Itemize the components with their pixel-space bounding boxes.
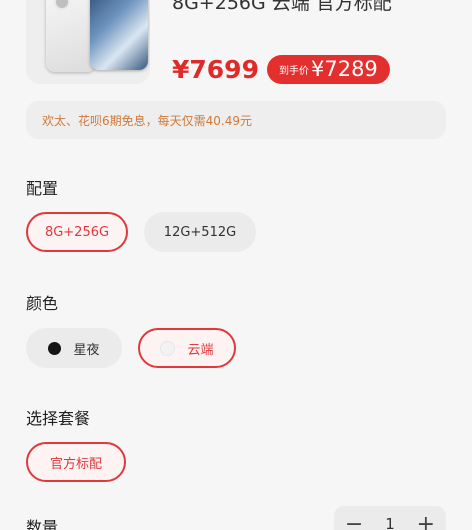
white-swatch-icon bbox=[160, 340, 176, 356]
config-label: 配置 bbox=[26, 179, 59, 198]
minus-icon[interactable]: − bbox=[345, 512, 363, 530]
package-label: 选择套餐 bbox=[26, 409, 91, 428]
plus-icon[interactable]: + bbox=[417, 512, 435, 530]
deal-price-label: 到手价 bbox=[278, 65, 309, 77]
product-price: ¥7699 bbox=[172, 54, 259, 84]
black-swatch-icon bbox=[48, 341, 62, 355]
installment-banner: 欢太、花呗6期免息，每天仅需40.49元 bbox=[26, 101, 446, 139]
phone-back-image bbox=[46, 0, 96, 72]
price-row: ¥7699 到手价 ¥7289 bbox=[172, 52, 390, 86]
quantity-label: 数量 bbox=[26, 518, 59, 530]
color-option-label: 云端 bbox=[187, 342, 214, 358]
product-title: 8G+256G 云端 官方标配 bbox=[172, 0, 392, 14]
package-option-official[interactable]: 官方标配 bbox=[26, 442, 126, 482]
deal-price-value: ¥7289 bbox=[310, 57, 378, 81]
config-option-12g-512g[interactable]: 12G+512G bbox=[144, 212, 256, 252]
deal-price-badge: 到手价 ¥7289 bbox=[266, 54, 390, 84]
config-option-label: 12G+512G bbox=[163, 224, 237, 240]
camera-icon bbox=[54, 0, 70, 10]
package-option-label: 官方标配 bbox=[49, 456, 102, 472]
phone-front-image bbox=[90, 0, 148, 70]
color-option-label: 星夜 bbox=[73, 342, 100, 358]
color-option-xingye[interactable]: 星夜 bbox=[26, 328, 122, 368]
config-option-8g-256g[interactable]: 8G+256G bbox=[26, 212, 128, 252]
quantity-value[interactable]: 1 bbox=[385, 515, 395, 530]
product-thumbnail bbox=[26, 0, 150, 84]
quantity-stepper: − 1 + bbox=[334, 506, 446, 530]
config-option-label: 8G+256G bbox=[44, 224, 110, 240]
color-option-yunduan[interactable]: 云端 bbox=[138, 328, 236, 368]
color-label: 颜色 bbox=[26, 294, 59, 313]
